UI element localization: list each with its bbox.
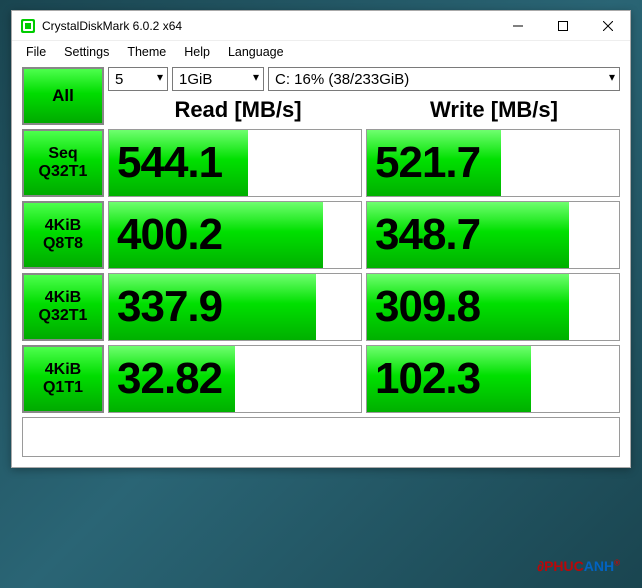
runs-select[interactable]: 5	[108, 67, 168, 91]
read-cell: 337.9	[108, 273, 362, 341]
write-cell: 348.7	[366, 201, 620, 269]
header-read: Read [MB/s]	[112, 97, 364, 123]
window-title: CrystalDiskMark 6.0.2 x64	[42, 19, 495, 33]
test-label-1: 4KiB	[45, 361, 81, 379]
read-value: 400.2	[109, 210, 222, 260]
minimize-icon	[513, 21, 523, 31]
write-cell: 309.8	[366, 273, 620, 341]
read-cell: 544.1	[108, 129, 362, 197]
write-value: 102.3	[367, 354, 480, 404]
app-icon	[20, 18, 36, 34]
menu-bar: File Settings Theme Help Language	[12, 41, 630, 65]
test-button-4kib-q32t1[interactable]: 4KiB Q32T1	[22, 273, 104, 341]
write-cell: 521.7	[366, 129, 620, 197]
header-row: Read [MB/s] Write [MB/s]	[108, 93, 620, 123]
test-button-4kib-q8t8[interactable]: 4KiB Q8T8	[22, 201, 104, 269]
test-label-2: Q32T1	[39, 307, 88, 325]
maximize-button[interactable]	[540, 11, 585, 41]
size-select[interactable]: 1GiB	[172, 67, 264, 91]
test-row: Seq Q32T1 544.1 521.7	[22, 129, 620, 197]
test-row: 4KiB Q32T1 337.9 309.8	[22, 273, 620, 341]
title-bar: CrystalDiskMark 6.0.2 x64	[12, 11, 630, 41]
watermark: ∂PHUCANH®	[537, 558, 620, 574]
test-row: 4KiB Q1T1 32.82 102.3	[22, 345, 620, 413]
top-controls: 5 1GiB C: 16% (38/233GiB) Read [MB/s] Wr…	[108, 67, 620, 125]
menu-file[interactable]: File	[18, 43, 54, 61]
test-label-1: 4KiB	[45, 289, 81, 307]
minimize-button[interactable]	[495, 11, 540, 41]
close-button[interactable]	[585, 11, 630, 41]
header-write: Write [MB/s]	[368, 97, 620, 123]
menu-help[interactable]: Help	[176, 43, 218, 61]
menu-settings[interactable]: Settings	[56, 43, 117, 61]
test-button-4kib-q1t1[interactable]: 4KiB Q1T1	[22, 345, 104, 413]
write-value: 348.7	[367, 210, 480, 260]
maximize-icon	[558, 21, 568, 31]
app-window: CrystalDiskMark 6.0.2 x64 File Settings …	[11, 10, 631, 468]
selects-row: 5 1GiB C: 16% (38/233GiB)	[108, 67, 620, 91]
test-label-2: Q8T8	[43, 235, 83, 253]
test-label-2: Q1T1	[43, 379, 83, 397]
menu-language[interactable]: Language	[220, 43, 292, 61]
run-all-button[interactable]: All	[22, 67, 104, 125]
write-cell: 102.3	[366, 345, 620, 413]
test-row: 4KiB Q8T8 400.2 348.7	[22, 201, 620, 269]
write-value: 309.8	[367, 282, 480, 332]
content-area: All 5 1GiB C: 16% (38/233GiB) Read [MB/s…	[12, 65, 630, 467]
drive-select[interactable]: C: 16% (38/233GiB)	[268, 67, 620, 91]
read-value: 337.9	[109, 282, 222, 332]
read-cell: 32.82	[108, 345, 362, 413]
test-label-1: 4KiB	[45, 217, 81, 235]
read-cell: 400.2	[108, 201, 362, 269]
read-value: 32.82	[109, 354, 222, 404]
write-value: 521.7	[367, 138, 480, 188]
read-value: 544.1	[109, 138, 222, 188]
top-row: All 5 1GiB C: 16% (38/233GiB) Read [MB/s…	[22, 67, 620, 125]
results-grid: Seq Q32T1 544.1 521.7 4KiB Q8T8	[22, 129, 620, 413]
test-label-1: Seq	[48, 145, 77, 163]
test-button-seq-q32t1[interactable]: Seq Q32T1	[22, 129, 104, 197]
menu-theme[interactable]: Theme	[119, 43, 174, 61]
status-bar	[22, 417, 620, 457]
close-icon	[603, 21, 613, 31]
test-label-2: Q32T1	[39, 163, 88, 181]
